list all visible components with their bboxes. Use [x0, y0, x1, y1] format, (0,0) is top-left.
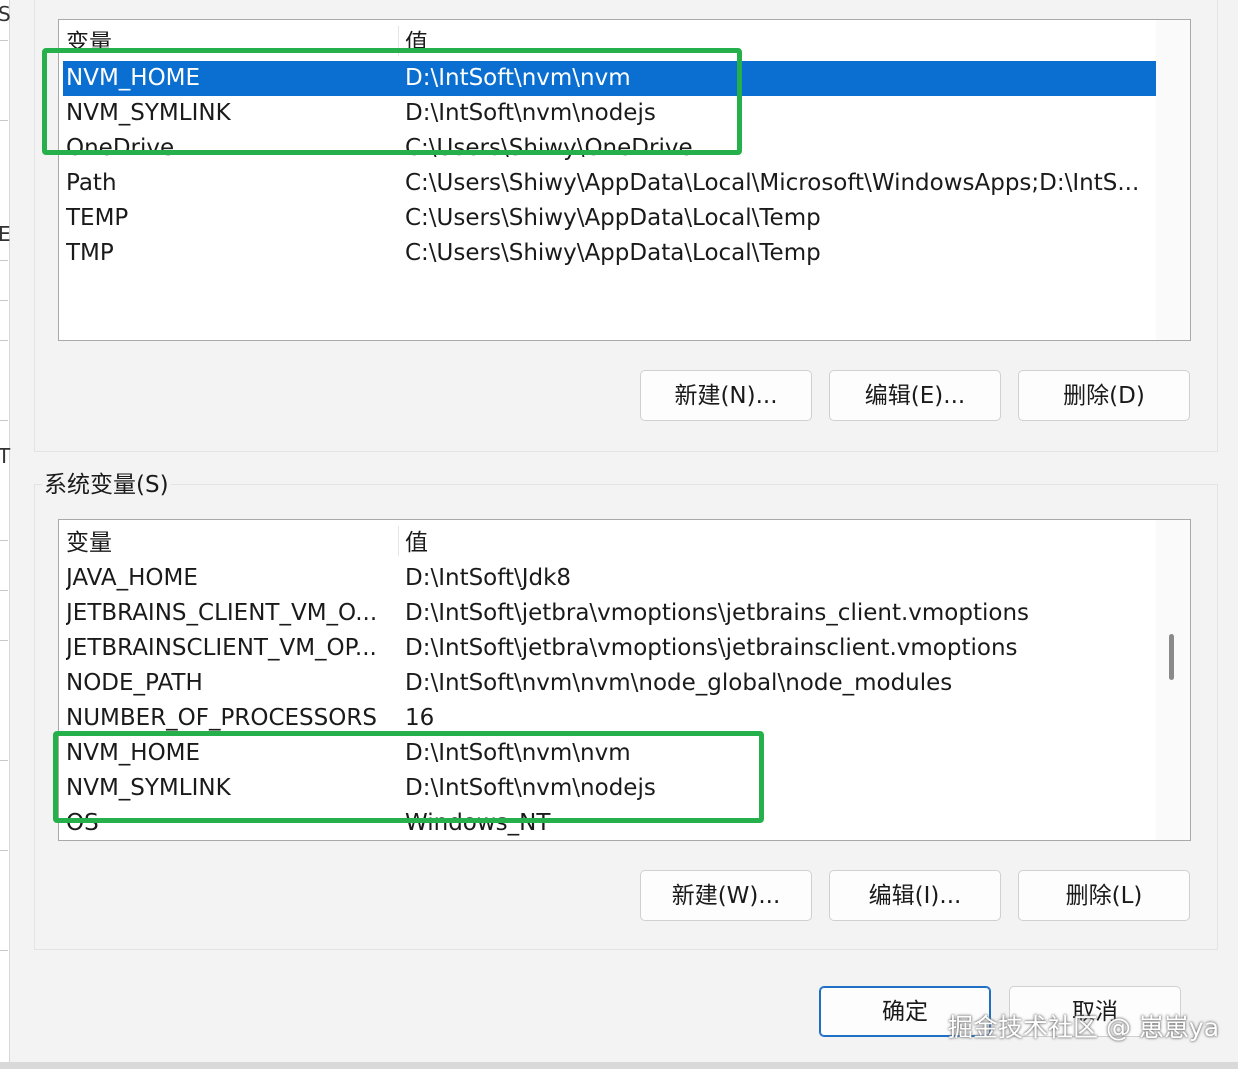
list-row[interactable]: NVM_SYMLINK D:\IntSoft\nvm\nodejs [59, 771, 1156, 806]
left-edge-char: E [0, 222, 11, 246]
background-window-edge: S E T [0, 0, 11, 1069]
variable-name-cell: TEMP [66, 205, 129, 231]
variable-name-cell: NUMBER_OF_PROCESSORS [66, 705, 377, 731]
list-row[interactable]: OS Windows_NT [59, 806, 1156, 840]
user-list-header: 变量 值 [59, 26, 1156, 61]
system-delete-button[interactable]: 删除(L) [1018, 870, 1190, 921]
system-variables-list[interactable]: 变量 值 JAVA_HOME D:\IntSoft\Jdk8 JETBRAINS_C… [58, 519, 1191, 841]
column-header-value[interactable]: 值 [405, 26, 1155, 61]
variable-name-cell: JETBRAINS_CLIENT_VM_O... [66, 600, 378, 626]
variable-value-cell: C:\Users\Shiwy\AppData\Local\Temp [405, 240, 821, 266]
variable-name-cell: TMP [66, 240, 114, 266]
system-new-button[interactable]: 新建(W)... [640, 870, 812, 921]
variable-name-cell: JAVA_HOME [66, 565, 198, 591]
list-row[interactable]: NUMBER_OF_PROCESSORS 16 [59, 701, 1156, 736]
system-list-scrollbar[interactable] [1156, 520, 1190, 840]
list-row[interactable]: Path C:\Users\Shiwy\AppData\Local\Microso… [59, 166, 1156, 201]
column-divider[interactable] [398, 26, 399, 56]
variable-value-cell: C:\Users\Shiwy\OneDrive [405, 135, 693, 161]
variable-name-cell: NODE_PATH [66, 670, 203, 696]
system-list-header: 变量 值 [59, 526, 1156, 561]
list-row[interactable]: JETBRAINSCLIENT_VM_OP... D:\IntSoft\jetbr… [59, 631, 1156, 666]
scrollbar-thumb[interactable] [1169, 634, 1174, 680]
user-list-scrollbar[interactable] [1156, 20, 1190, 340]
variable-value-cell: C:\Users\Shiwy\AppData\Local\Temp [405, 205, 821, 231]
left-edge-char: S [0, 2, 11, 26]
variable-name-cell: NVM_HOME [66, 65, 201, 91]
watermark: 掘金技术社区 @ 崽崽ya [948, 1013, 1220, 1042]
variable-value-cell: D:\IntSoft\nvm\nodejs [405, 100, 656, 126]
list-row[interactable]: JETBRAINS_CLIENT_VM_O... D:\IntSoft\jetbr… [59, 596, 1156, 631]
system-variables-title: 系统变量(S) [42, 468, 171, 502]
left-edge-char: T [0, 444, 11, 468]
column-header-variable[interactable]: 变量 [66, 526, 396, 561]
list-row[interactable]: NVM_HOME D:\IntSoft\nvm\nvm [63, 61, 1156, 96]
variable-value-cell: 16 [405, 705, 435, 731]
bottom-edge [0, 1062, 1238, 1069]
user-variables-list[interactable]: 变量 值 NVM_HOME D:\IntSoft\nvm\nvm NVM_SYMLI… [58, 19, 1191, 341]
variable-name-cell: NVM_HOME [66, 740, 201, 766]
variable-value-cell: C:\Users\Shiwy\AppData\Local\Microsoft\W… [405, 170, 1140, 196]
variable-value-cell: D:\IntSoft\Jdk8 [405, 565, 572, 591]
column-divider[interactable] [398, 526, 399, 556]
variable-name-cell: Path [66, 170, 117, 196]
list-row[interactable]: TMP C:\Users\Shiwy\AppData\Local\Temp [59, 236, 1156, 271]
list-row[interactable]: JAVA_HOME D:\IntSoft\Jdk8 [59, 561, 1156, 596]
variable-name-cell: NVM_SYMLINK [66, 775, 231, 801]
list-row[interactable]: NODE_PATH D:\IntSoft\nvm\nvm\node_global\… [59, 666, 1156, 701]
variable-value-cell: D:\IntSoft\nvm\nvm [405, 740, 631, 766]
list-row[interactable]: NVM_HOME D:\IntSoft\nvm\nvm [59, 736, 1156, 771]
variable-value-cell: Windows_NT [405, 810, 551, 836]
variable-name-cell: NVM_SYMLINK [66, 100, 231, 126]
variable-name-cell: OS [66, 810, 99, 836]
variable-value-cell: D:\IntSoft\jetbra\vmoptions\jetbrainscli… [405, 635, 1018, 661]
variable-name-cell: JETBRAINSCLIENT_VM_OP... [66, 635, 377, 661]
list-row[interactable]: NVM_SYMLINK D:\IntSoft\nvm\nodejs [59, 96, 1156, 131]
user-edit-button[interactable]: 编辑(E)... [829, 370, 1001, 421]
list-row[interactable]: OneDrive C:\Users\Shiwy\OneDrive [59, 131, 1156, 166]
variable-value-cell: D:\IntSoft\nvm\nodejs [405, 775, 656, 801]
system-edit-button[interactable]: 编辑(I)... [829, 870, 1001, 921]
variable-value-cell: D:\IntSoft\nvm\nvm\node_global\node_modu… [405, 670, 953, 696]
column-header-variable[interactable]: 变量 [66, 26, 396, 61]
list-row[interactable]: TEMP C:\Users\Shiwy\AppData\Local\Temp [59, 201, 1156, 236]
variable-name-cell: OneDrive [66, 135, 175, 161]
variable-value-cell: D:\IntSoft\jetbra\vmoptions\jetbrains_cl… [405, 600, 1030, 626]
user-delete-button[interactable]: 删除(D) [1018, 370, 1190, 421]
user-new-button[interactable]: 新建(N)... [640, 370, 812, 421]
column-header-value[interactable]: 值 [405, 526, 1155, 561]
variable-value-cell: D:\IntSoft\nvm\nvm [405, 65, 631, 91]
